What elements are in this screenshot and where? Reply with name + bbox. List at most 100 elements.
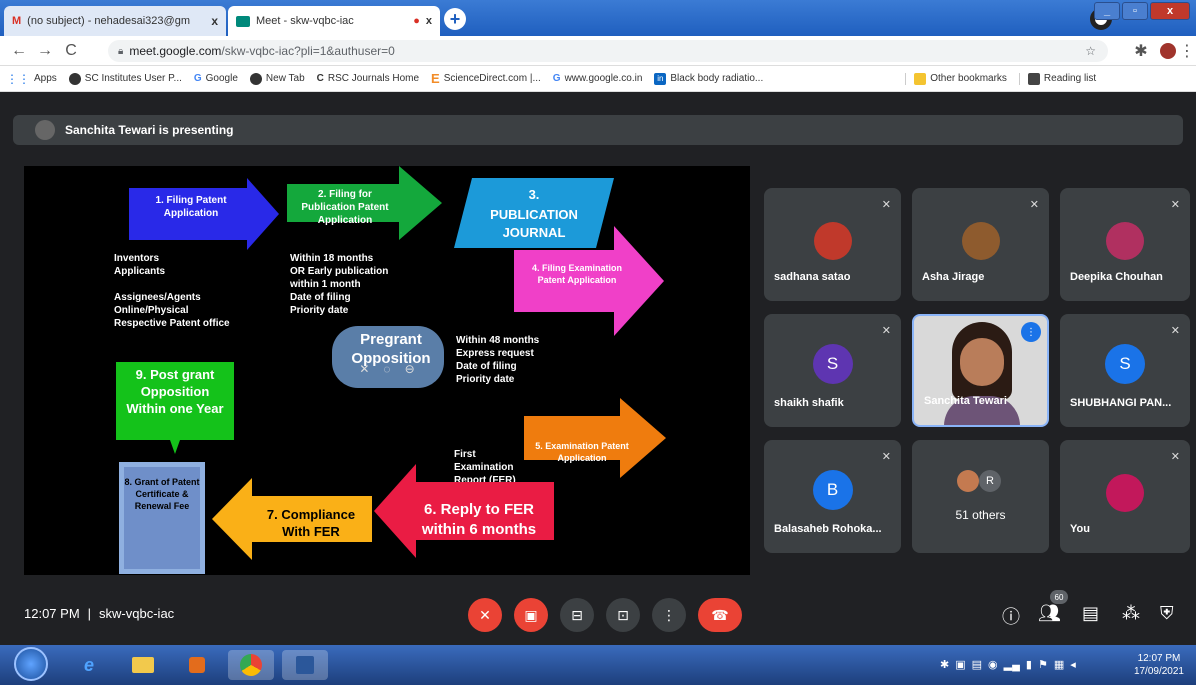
camera-toggle-button[interactable]: ▣ [514,598,548,632]
globe-icon [249,72,262,85]
bookmark-item[interactable]: in Black body radiatio... [654,72,763,85]
examination-notes: Within 48 months Express request Date of… [456,335,540,385]
participant-tile[interactable]: ✕ S shaikh shafik [764,314,901,427]
app-tray-icon[interactable]: ◉ [988,658,998,671]
mute-icon[interactable]: ◌ [383,362,390,382]
network-icon[interactable]: ▂▄ [1004,658,1020,671]
bluetooth-icon[interactable]: ✱ [940,658,949,671]
mic-off-icon: ✕ [881,451,891,463]
bookmark-item[interactable]: E ScienceDirect.com |... [431,71,541,86]
url-input[interactable]: 🔒︎ meet.google.com/skw-vqbc-iac?pli=1&au… [108,40,1108,62]
window-controls: _ ▫ x [1094,2,1190,20]
app-tray-icon[interactable]: ▤ [972,658,982,671]
bookmark-item[interactable]: G Google [194,73,238,84]
google-icon: G [552,73,561,84]
people-icon[interactable]: 👥︎ [1038,603,1061,624]
bookmark-apps[interactable]: ⋮⋮ Apps [6,72,57,86]
url-host: meet.google.com [129,44,222,58]
chat-icon[interactable]: ▤ [1082,603,1099,624]
remove-icon[interactable]: ⊖ [405,362,415,382]
ie-icon[interactable]: e [66,650,112,680]
participant-name: Sanchita Tewari [924,395,1007,407]
mic-off-icon[interactable]: ✕ [359,362,369,382]
step8-label: 8. Grant of Patent Certificate & Renewal… [124,477,200,511]
others-tile[interactable]: R 51 others [912,440,1049,553]
clock-date: 17/09/2021 [1133,666,1184,677]
reload-icon[interactable]: C [60,40,82,62]
explorer-icon[interactable] [120,650,166,680]
mic-off-icon: ✕ [1170,325,1180,337]
bookmark-star-icon[interactable]: ☆ [1085,44,1096,58]
bookmark-other[interactable]: Other bookmarks [905,72,1007,85]
avatar: B [812,470,853,510]
mic-off-icon: ✕ [881,199,891,211]
close-icon[interactable]: x [426,15,432,27]
inventors-list: Inventors Applicants Assignees/Agents On… [114,253,230,329]
printer-icon[interactable]: ▦ [1054,658,1064,671]
back-icon[interactable]: ← [8,40,30,62]
extensions-icon[interactable]: ✱ [1130,40,1152,62]
participant-tile[interactable]: ✕ sadhana satao [764,188,901,301]
menu-icon[interactable]: ⋮ [1179,40,1195,62]
meet-icon [236,15,250,27]
bookmark-item[interactable]: New Tab [249,72,305,85]
participant-tile[interactable]: ✕ Asha Jirage [912,188,1049,301]
avatar[interactable] [1160,43,1176,59]
system-tray: ✱ ▣ ▤ ◉ ▂▄ ▮ ⚑ ▦ ◂ [940,658,1076,671]
recording-icon: ● [413,15,420,27]
participant-tile-presenter[interactable]: ⋮ Sanchita Tewari [912,314,1049,427]
close-window-icon[interactable]: x [1150,2,1190,20]
forward-icon[interactable]: → [34,40,56,62]
tab-meet[interactable]: Meet - skw-vqbc-iac ● x [228,6,440,36]
participant-name: SHUBHANGI PAN... [1070,397,1172,409]
app-tray-icon[interactable]: ▣ [955,658,965,671]
presenting-text: Sanchita Tewari is presenting [65,123,234,137]
leave-call-button[interactable]: ☎ [698,598,742,632]
step7-label: 7. Compliance With FER [266,507,356,539]
captions-button[interactable]: ⊟ [560,598,594,632]
avatar [1106,222,1144,260]
word-taskbar-icon[interactable] [282,650,328,680]
avatar [961,222,1000,260]
new-tab-button[interactable]: + [444,8,466,30]
more-options-button[interactable]: ⋮ [652,598,686,632]
step3-number: 3. [528,187,540,202]
tab-gmail[interactable]: M (no subject) - nehadesai323@gm x [4,6,226,36]
participant-tile-self[interactable]: ✕ You [1060,440,1190,553]
battery-icon[interactable]: ▮ [1026,658,1032,671]
avatar [957,470,979,492]
mic-off-icon: ✕ [1170,451,1180,463]
reading-list[interactable]: Reading list [1018,72,1096,85]
flag-icon[interactable]: ⚑ [1038,658,1048,671]
avatar: S [1105,344,1145,384]
bookmark-item[interactable]: C RSC Journals Home [317,73,419,84]
participant-name: You [1070,523,1090,535]
avatar [35,120,55,140]
participant-tile[interactable]: ✕ B Balasaheb Rohoka... [764,440,901,553]
minimize-icon[interactable]: _ [1094,2,1120,20]
start-button[interactable] [14,647,48,681]
camera-off-icon: ▣ [524,606,538,623]
bookmark-item[interactable]: SC Institutes User P... [68,72,182,85]
activities-icon[interactable]: ⁂ [1122,603,1140,624]
presenter-face [960,338,1004,386]
close-icon[interactable]: x [211,14,218,28]
maximize-icon[interactable]: ▫ [1122,2,1148,20]
meeting-details-icon[interactable]: ⓘ [1002,603,1020,629]
participant-tile[interactable]: ✕ S SHUBHANGI PAN... [1060,314,1190,427]
host-controls-icon[interactable]: ⛨ [1160,603,1174,624]
bookmark-item[interactable]: Gwww.google.co.in [553,73,643,84]
media-player-icon[interactable] [174,650,220,680]
volume-icon[interactable]: ◂ [1070,658,1076,671]
folder-icon [914,72,927,85]
tab-meet-label: Meet - skw-vqbc-iac [256,15,354,27]
participant-name: shaikh shafik [774,397,844,409]
taskbar-clock[interactable]: 12:07 PM 17/09/2021 [1134,652,1184,678]
mic-toggle-button[interactable]: ✕ [468,598,502,632]
participant-tile[interactable]: ✕ Deepika Chouhan [1060,188,1190,301]
participant-name: Deepika Chouhan [1070,271,1163,283]
shared-slide: 1. Filing Patent Application 2. Filing f… [24,166,750,575]
present-button[interactable]: ⊡ [606,598,640,632]
chrome-taskbar-icon[interactable] [228,650,274,680]
clock-time: 12:07 PM [1137,653,1181,664]
